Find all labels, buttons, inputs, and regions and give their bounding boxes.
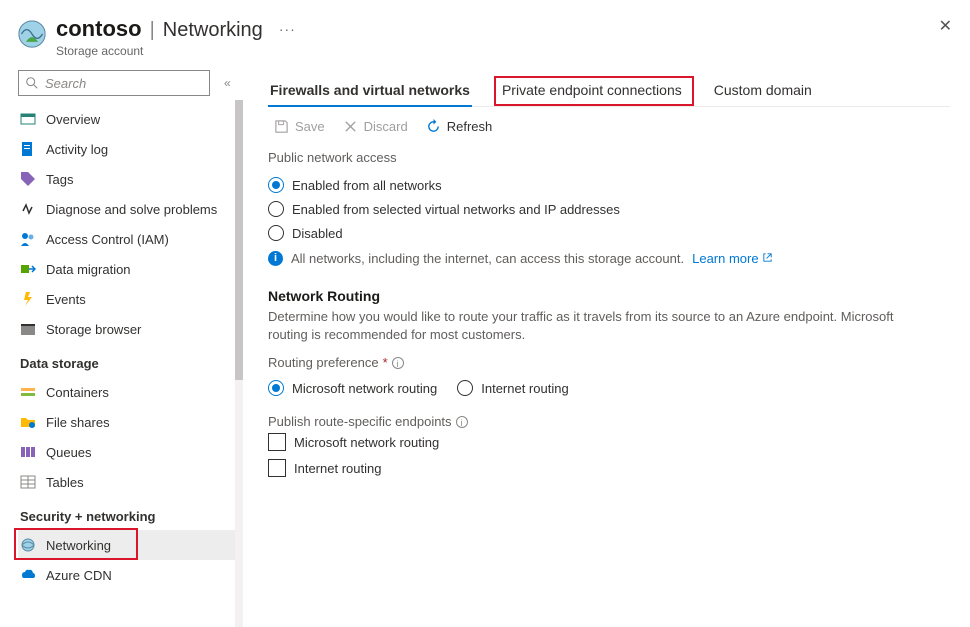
tags-icon [20, 171, 36, 187]
publish-endpoints-label: Publish route-specific endpoints i [268, 414, 950, 429]
storage-account-icon [18, 20, 46, 48]
refresh-button[interactable]: Refresh [426, 119, 493, 134]
sidebar-item-networking[interactable]: Networking [18, 530, 243, 560]
sidebar-item-queues[interactable]: Queues [18, 437, 243, 467]
tab-custom-domain[interactable]: Custom domain [712, 78, 814, 106]
discard-icon [343, 119, 358, 134]
diagnose-icon [20, 201, 36, 217]
info-icon: i [268, 251, 283, 266]
sidebar-item-data-migration[interactable]: Data migration [18, 254, 243, 284]
radio-icon [268, 201, 284, 217]
radio-internet-routing[interactable]: Internet routing [457, 376, 568, 400]
radio-enabled-selected[interactable]: Enabled from selected virtual networks a… [268, 197, 950, 221]
migrate-icon [20, 261, 36, 277]
info-message: i All networks, including the internet, … [268, 251, 950, 266]
main-content: Firewalls and virtual networks Private e… [244, 62, 970, 627]
toolbar: Save Discard Refresh [268, 107, 950, 148]
sidebar-item-events[interactable]: Events [18, 284, 243, 314]
sidebar-item-storage-browser[interactable]: Storage browser [18, 314, 243, 344]
learn-more-link[interactable]: Learn more [692, 251, 773, 266]
nav-group-data-storage: Data storage [18, 344, 243, 377]
cdn-icon [20, 567, 36, 583]
discard-button[interactable]: Discard [343, 119, 408, 134]
tabs: Firewalls and virtual networks Private e… [268, 78, 950, 107]
save-button[interactable]: Save [274, 119, 325, 134]
more-actions-button[interactable]: ··· [279, 21, 296, 37]
help-icon[interactable]: i [456, 416, 468, 428]
search-icon [25, 76, 39, 90]
sidebar-item-iam[interactable]: Access Control (IAM) [18, 224, 243, 254]
search-placeholder: Search [45, 76, 86, 91]
sidebar-item-tables[interactable]: Tables [18, 467, 243, 497]
radio-icon [268, 380, 284, 396]
resource-title: contoso [56, 16, 142, 42]
radio-icon [457, 380, 473, 396]
sidebar-item-containers[interactable]: Containers [18, 377, 243, 407]
blade-title: Networking [163, 19, 263, 42]
containers-icon [20, 384, 36, 400]
public-access-label: Public network access [268, 150, 950, 165]
tab-private-endpoints[interactable]: Private endpoint connections [500, 78, 684, 106]
sidebar-item-file-shares[interactable]: File shares [18, 407, 243, 437]
sidebar-item-diagnose[interactable]: Diagnose and solve problems [18, 194, 243, 224]
sidebar-scrollbar-thumb[interactable] [235, 100, 243, 380]
sidebar-item-azure-cdn[interactable]: Azure CDN [18, 560, 243, 590]
radio-microsoft-routing[interactable]: Microsoft network routing [268, 376, 437, 400]
resource-type-label: Storage account [56, 44, 296, 58]
radio-enabled-all[interactable]: Enabled from all networks [268, 173, 950, 197]
sidebar-search-input[interactable]: Search [18, 70, 210, 96]
checkbox-icon [268, 459, 286, 477]
network-routing-description: Determine how you would like to route yo… [268, 308, 908, 343]
help-icon[interactable]: i [392, 357, 404, 369]
save-icon [274, 119, 289, 134]
fileshares-icon [20, 414, 36, 430]
refresh-icon [426, 119, 441, 134]
close-button[interactable]: ✕ [939, 16, 952, 36]
nav-group-security-networking: Security + networking [18, 497, 243, 530]
tab-firewalls[interactable]: Firewalls and virtual networks [268, 78, 472, 106]
checkbox-icon [268, 433, 286, 451]
events-icon [20, 291, 36, 307]
radio-disabled[interactable]: Disabled [268, 221, 950, 245]
title-separator: | [148, 19, 157, 42]
sidebar: Search « Overview Activity log Tags Diag… [0, 62, 244, 627]
external-link-icon [762, 251, 773, 266]
browser-icon [20, 321, 36, 337]
sidebar-item-tags[interactable]: Tags [18, 164, 243, 194]
sidebar-item-overview[interactable]: Overview [18, 104, 243, 134]
iam-icon [20, 231, 36, 247]
network-routing-heading: Network Routing [268, 288, 950, 304]
log-icon [20, 141, 36, 157]
networking-icon [20, 537, 36, 553]
overview-icon [20, 111, 36, 127]
nav: Overview Activity log Tags Diagnose and … [18, 104, 243, 590]
queues-icon [20, 444, 36, 460]
routing-preference-label: Routing preference* i [268, 355, 950, 370]
checkbox-internet-routing[interactable]: Internet routing [268, 455, 950, 481]
radio-icon [268, 177, 284, 193]
sidebar-item-activity-log[interactable]: Activity log [18, 134, 243, 164]
radio-icon [268, 225, 284, 241]
collapse-sidebar-button[interactable]: « [224, 76, 227, 90]
checkbox-microsoft-routing[interactable]: Microsoft network routing [268, 429, 950, 455]
tables-icon [20, 474, 36, 490]
